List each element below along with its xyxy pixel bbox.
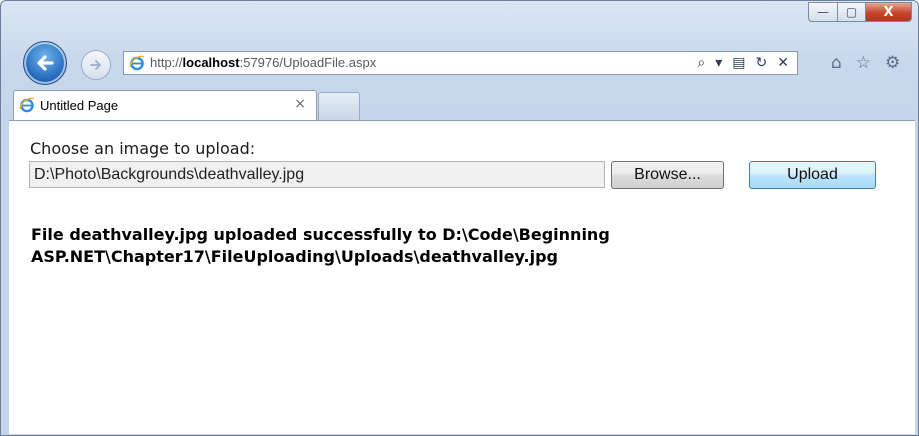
file-path-input[interactable] — [29, 161, 605, 188]
choose-image-label: Choose an image to upload: — [30, 139, 256, 158]
browser-window: — ▢ X http://localhost:57976/UploadFile.… — [0, 0, 919, 436]
tab-untitled-page[interactable]: Untitled Page × — [13, 90, 317, 121]
minimize-button[interactable]: — — [808, 2, 838, 22]
address-url[interactable]: http://localhost:57976/UploadFile.aspx — [150, 55, 376, 70]
address-bar-icons: ⌕ ▾ ▤ ↻ ✕ — [697, 54, 789, 72]
tab-title: Untitled Page — [40, 98, 119, 113]
close-button[interactable]: X — [866, 2, 912, 22]
new-tab-button[interactable] — [318, 92, 360, 121]
ie-logo-icon — [129, 55, 145, 71]
window-controls: — ▢ X — [808, 2, 912, 22]
dropdown-icon[interactable]: ▾ — [715, 55, 722, 71]
back-button[interactable] — [23, 41, 67, 85]
browse-button[interactable]: Browse... — [611, 161, 724, 189]
upload-result-message: File deathvalley.jpg uploaded successful… — [31, 225, 610, 266]
tab-close-icon[interactable]: × — [294, 96, 306, 112]
address-bar[interactable]: http://localhost:57976/UploadFile.aspx ⌕… — [123, 51, 798, 75]
browser-toolbar: ⌂ ☆ ⚙ — [831, 51, 900, 75]
upload-button[interactable]: Upload — [749, 161, 876, 189]
home-icon[interactable]: ⌂ — [831, 53, 842, 73]
compatibility-icon[interactable]: ▤ — [732, 55, 745, 71]
forward-arrow-icon — [90, 60, 101, 70]
favorites-icon[interactable]: ☆ — [856, 53, 871, 73]
tools-icon[interactable]: ⚙ — [885, 53, 900, 73]
search-icon[interactable]: ⌕ — [697, 55, 705, 71]
stop-icon[interactable]: ✕ — [777, 55, 789, 71]
refresh-icon[interactable]: ↻ — [756, 55, 768, 71]
ie-logo-icon — [19, 97, 35, 113]
maximize-button[interactable]: ▢ — [838, 2, 866, 22]
forward-button[interactable] — [81, 50, 111, 80]
page-content: Choose an image to upload: Browse... Upl… — [9, 120, 915, 434]
back-arrow-icon — [37, 55, 54, 71]
